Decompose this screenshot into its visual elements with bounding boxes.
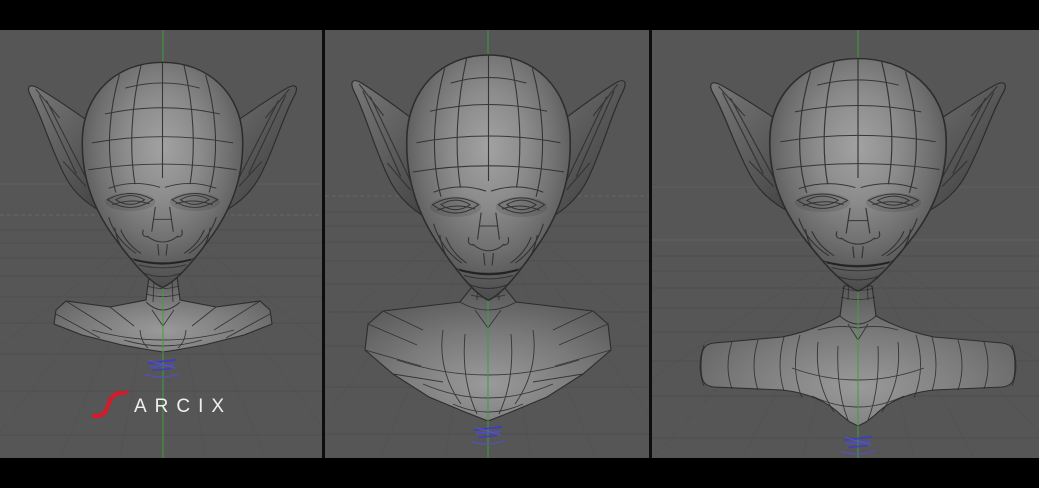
viewport-canvas-center <box>325 30 649 458</box>
viewport-panel-left[interactable]: ARCIX <box>0 30 322 458</box>
sarcix-watermark-text: ARCIX <box>134 396 233 417</box>
viewport-row: ARCIX <box>0 30 1039 458</box>
viewport-panel-right[interactable] <box>652 30 1039 458</box>
modeling-app-screenshot: ARCIX <box>0 0 1039 488</box>
sarcix-s-glyph <box>92 391 129 418</box>
sarcix-watermark: ARCIX <box>92 390 232 418</box>
viewport-canvas-right <box>652 30 1039 458</box>
letterbox-bottom <box>0 458 1039 488</box>
viewport-panel-center[interactable] <box>325 30 649 458</box>
letterbox-top <box>0 0 1039 30</box>
